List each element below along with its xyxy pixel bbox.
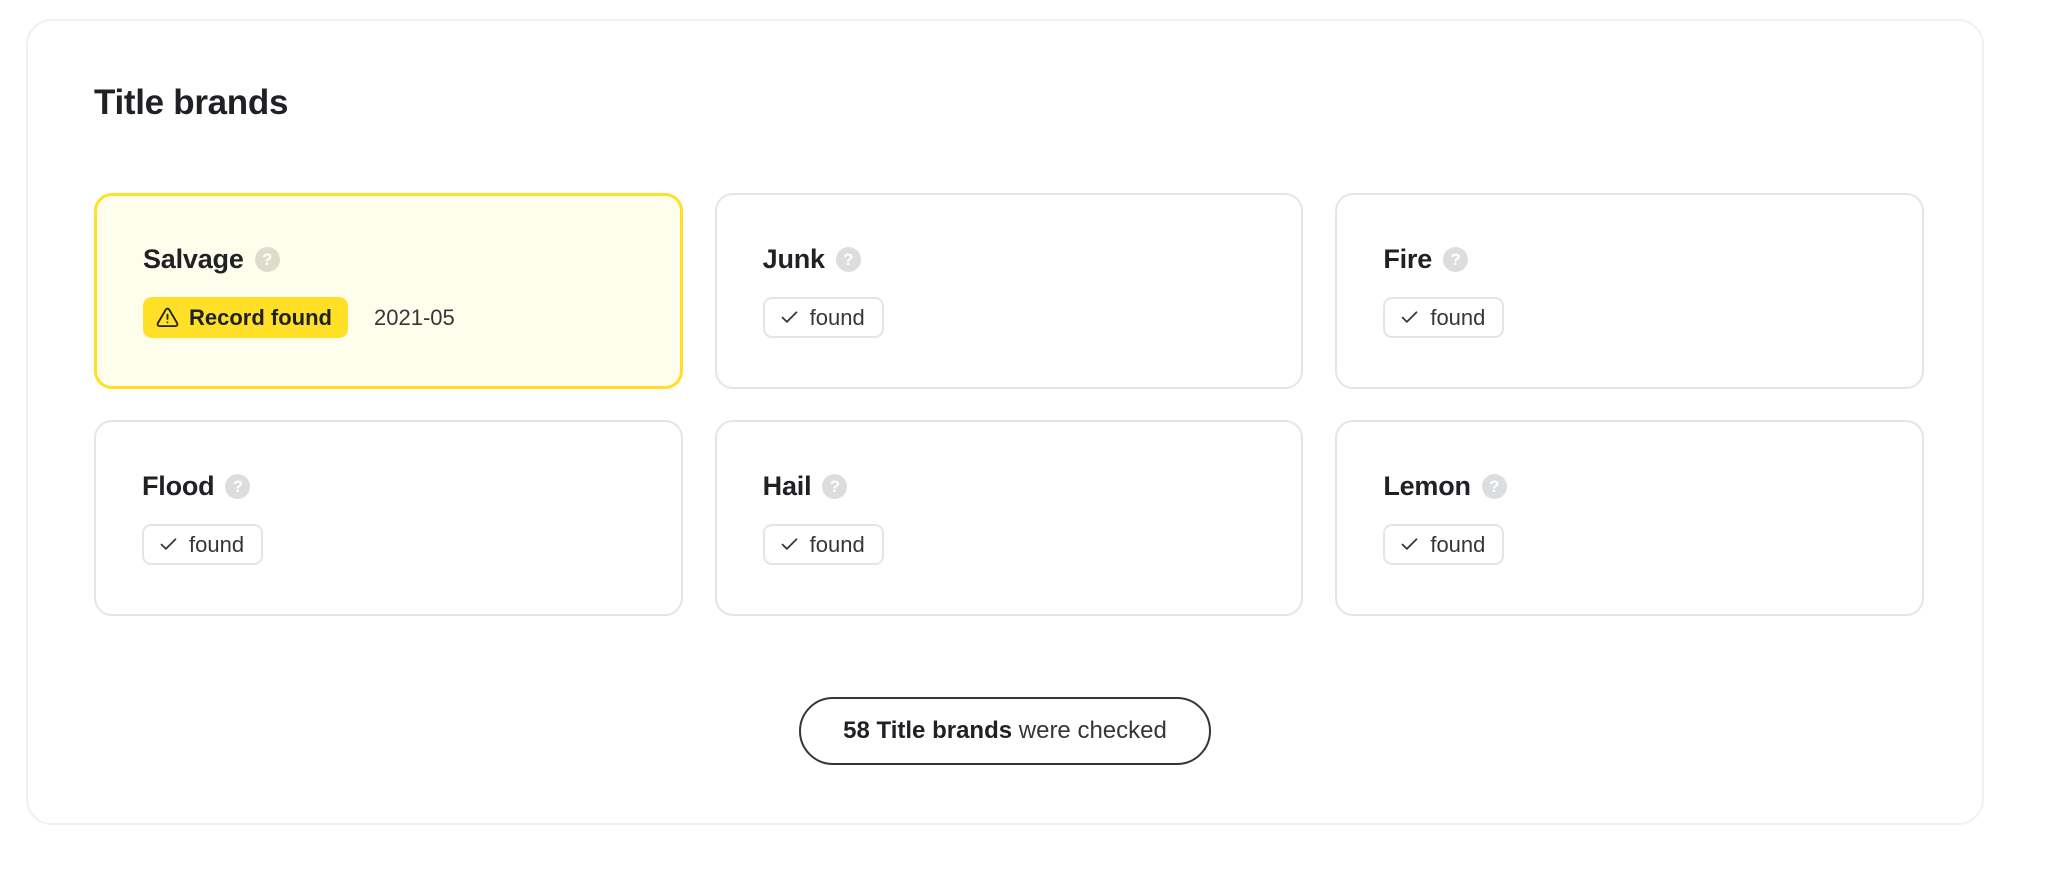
status-badge-found: found <box>763 297 884 338</box>
card-header: Lemon ? <box>1383 471 1922 501</box>
page-title: Title brands <box>94 83 288 123</box>
brand-name: Flood <box>142 471 214 502</box>
brand-card-flood[interactable]: Flood ? found <box>94 420 683 616</box>
help-icon[interactable]: ? <box>1482 474 1507 499</box>
brands-checked-button[interactable]: 58 Title brands were checked <box>799 697 1211 765</box>
status-label: found <box>810 305 865 331</box>
status-row: found <box>142 524 681 565</box>
panel-footer: 58 Title brands were checked <box>28 697 1982 765</box>
status-badge-record-found: Record found <box>143 297 348 338</box>
status-row: found <box>1383 297 1922 338</box>
brand-name: Fire <box>1383 244 1432 275</box>
help-icon[interactable]: ? <box>255 247 280 272</box>
card-header: Fire ? <box>1383 244 1922 274</box>
brand-name: Junk <box>763 244 825 275</box>
status-label: Record found <box>189 305 332 331</box>
status-label: found <box>1430 532 1485 558</box>
check-icon <box>158 534 179 555</box>
card-header: Hail ? <box>763 471 1302 501</box>
status-badge-found: found <box>763 524 884 565</box>
status-badge-found: found <box>1383 297 1504 338</box>
warning-triangle-icon <box>156 306 179 329</box>
status-label: found <box>810 532 865 558</box>
status-row: Record found 2021-05 <box>143 297 680 338</box>
check-icon <box>779 534 800 555</box>
check-icon <box>779 307 800 328</box>
brand-card-salvage[interactable]: Salvage ? Record found 2021-05 <box>94 193 683 389</box>
status-row: found <box>1383 524 1922 565</box>
card-header: Junk ? <box>763 244 1302 274</box>
help-icon[interactable]: ? <box>836 247 861 272</box>
brand-card-junk[interactable]: Junk ? found <box>715 193 1304 389</box>
brand-name: Salvage <box>143 244 244 275</box>
check-icon <box>1399 534 1420 555</box>
brand-card-fire[interactable]: Fire ? found <box>1335 193 1924 389</box>
brand-card-hail[interactable]: Hail ? found <box>715 420 1304 616</box>
status-row: found <box>763 297 1302 338</box>
brand-name: Lemon <box>1383 471 1471 502</box>
help-icon[interactable]: ? <box>225 474 250 499</box>
status-row: found <box>763 524 1302 565</box>
title-brands-panel: Title brands Salvage ? Record found <box>26 19 1984 825</box>
card-header: Flood ? <box>142 471 681 501</box>
status-badge-found: found <box>1383 524 1504 565</box>
help-icon[interactable]: ? <box>1443 247 1468 272</box>
status-badge-found: found <box>142 524 263 565</box>
help-icon[interactable]: ? <box>822 474 847 499</box>
title-brands-grid: Salvage ? Record found 2021-05 <box>94 193 1924 616</box>
brand-card-lemon[interactable]: Lemon ? found <box>1335 420 1924 616</box>
record-date: 2021-05 <box>374 305 455 331</box>
card-header: Salvage ? <box>143 244 680 274</box>
status-label: found <box>1430 305 1485 331</box>
checked-count-label: 58 Title brands <box>843 717 1012 745</box>
status-label: found <box>189 532 244 558</box>
checked-suffix-label: were checked <box>1012 717 1167 745</box>
check-icon <box>1399 307 1420 328</box>
brand-name: Hail <box>763 471 812 502</box>
